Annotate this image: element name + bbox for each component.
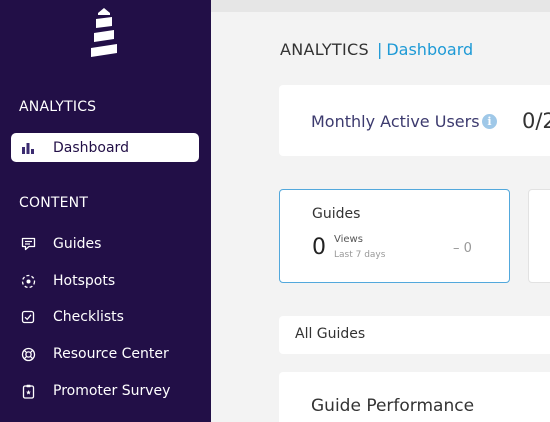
guides-metric-label: Views — [334, 234, 363, 245]
breadcrumb: ANALYTICS | Dashboard — [280, 40, 473, 59]
sidebar-item-label: Dashboard — [53, 139, 129, 156]
sidebar-item-checklists[interactable]: Checklists — [11, 302, 199, 331]
sidebar-item-label: Checklists — [53, 308, 124, 325]
guides-filter-label: All Guides — [295, 326, 366, 342]
sidebar-item-label: Resource Center — [53, 345, 169, 362]
hotspot-icon — [20, 273, 36, 289]
lifebuoy-icon — [20, 346, 36, 362]
mau-label: Monthly Active Users — [311, 112, 480, 131]
top-bar — [211, 0, 550, 12]
breadcrumb-current: Dashboard — [386, 40, 474, 59]
sidebar-section-analytics: ANALYTICS — [19, 99, 97, 115]
lighthouse-logo[interactable] — [87, 6, 121, 66]
guides-stat-card[interactable]: Guides 0 Views Last 7 days – 0 — [279, 189, 510, 283]
guides-period-label: Last 7 days — [334, 250, 386, 260]
info-icon[interactable]: i — [482, 114, 497, 129]
breadcrumb-root[interactable]: ANALYTICS — [280, 40, 369, 59]
guide-performance-title: Guide Performance — [311, 396, 475, 416]
sidebar-item-resource-center[interactable]: Resource Center — [11, 339, 199, 368]
sidebar-item-label: Guides — [53, 235, 102, 252]
sidebar-item-label: Promoter Survey — [53, 382, 171, 399]
sidebar-item-label: Hotspots — [53, 272, 116, 289]
sidebar-item-guides[interactable]: Guides — [11, 229, 199, 258]
guide-performance-card: Guide Performance — [279, 372, 550, 422]
bar-chart-icon — [20, 140, 36, 156]
survey-icon — [20, 383, 36, 399]
next-stat-card[interactable] — [528, 189, 550, 283]
breadcrumb-separator: | — [376, 40, 383, 59]
message-icon — [20, 236, 36, 252]
guides-filter[interactable]: All Guides — [279, 316, 550, 354]
monthly-active-users-card: Monthly Active Users i 0/2 — [279, 85, 550, 156]
guides-card-title: Guides — [312, 206, 361, 222]
checklist-icon — [20, 309, 36, 325]
guides-views-count: 0 — [312, 235, 326, 260]
sidebar-item-dashboard[interactable]: Dashboard — [11, 133, 199, 162]
sidebar-item-hotspots[interactable]: Hotspots — [11, 266, 199, 295]
sidebar: ANALYTICS Dashboard CONTENT Guides Hotsp… — [0, 0, 211, 422]
sidebar-section-content: CONTENT — [19, 195, 89, 211]
mau-value: 0/2 — [522, 109, 550, 133]
sidebar-item-promoter-survey[interactable]: Promoter Survey — [11, 376, 199, 405]
guides-trend: – 0 — [453, 241, 472, 256]
